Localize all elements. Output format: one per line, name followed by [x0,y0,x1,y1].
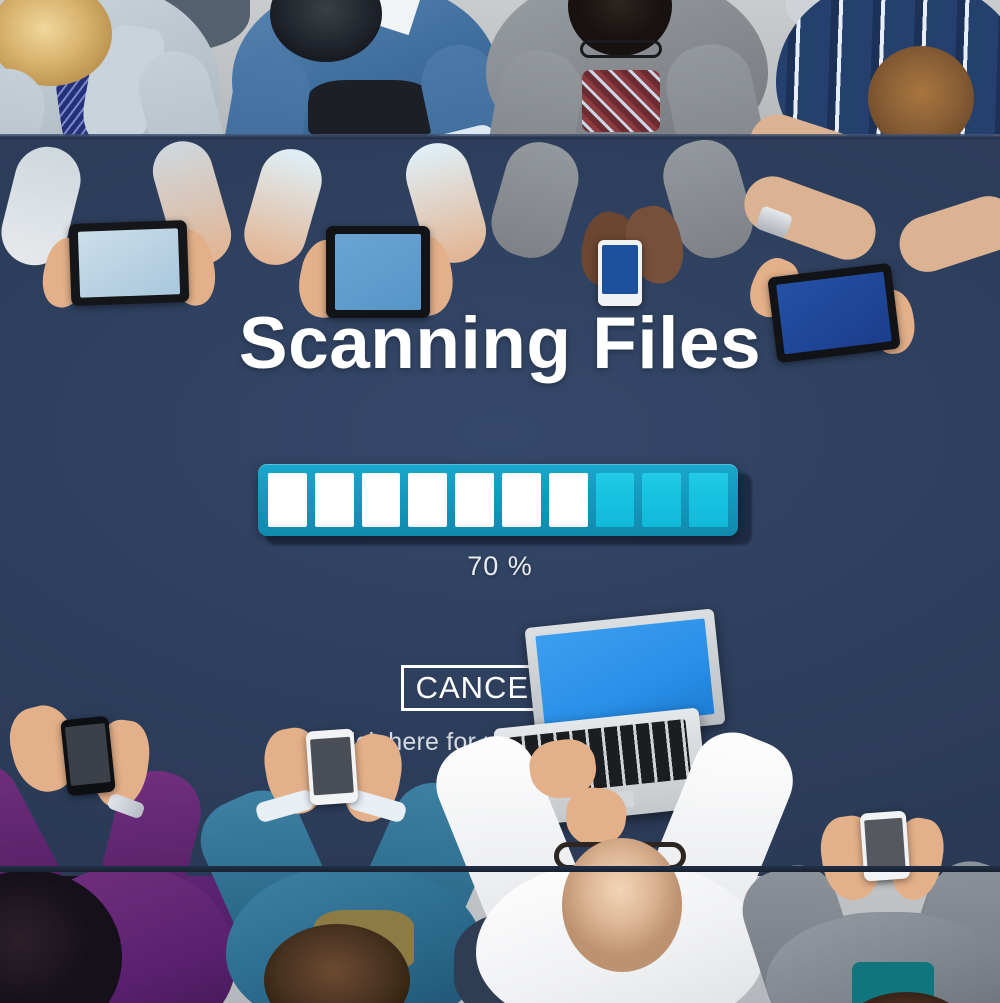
more-info-link[interactable]: Click here for more information [0,728,1000,757]
tr-right-forearm [892,188,1000,280]
tcl-tablet-screen [335,234,421,310]
tl-tablet[interactable] [68,219,190,307]
tcr-left-forearm [483,134,587,266]
photo-background [0,0,1000,1003]
tl-tablet-screen [77,228,181,298]
scanning-files-screen: Scanning Files 70 % CANCEL Click here fo… [0,0,1000,1003]
cancel-button[interactable]: CANCEL [401,665,562,711]
table-items [0,0,1000,1003]
tcr-phone[interactable] [598,240,642,306]
tr-tablet[interactable] [767,262,901,364]
tcl-tablet[interactable] [326,226,430,318]
tr-tablet-screen [776,271,892,355]
tcr-phone-screen [602,245,638,294]
